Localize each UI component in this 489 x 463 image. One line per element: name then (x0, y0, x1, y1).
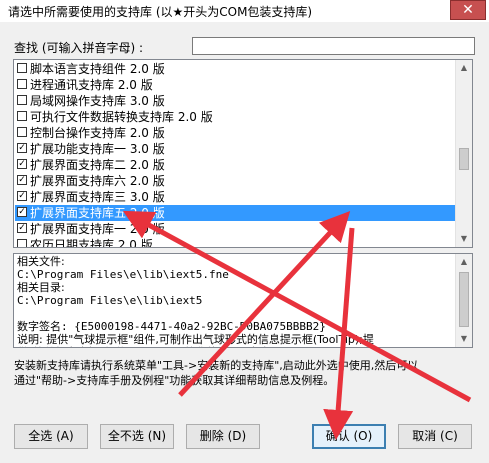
details-line: 说明: 提供"气球提示框"组件,可制作出气球形式的信息提示框(ToolTip);… (17, 333, 374, 346)
search-input[interactable] (192, 37, 475, 55)
library-list-item[interactable]: ✓ 扩展功能支持库一 3.0 版 (15, 141, 455, 157)
scrollbar-thumb[interactable] (459, 272, 469, 327)
checkbox-unchecked[interactable] (17, 79, 27, 89)
details-line: 相关文件: (17, 255, 65, 268)
close-button[interactable]: ✕ (450, 0, 486, 20)
library-list-item[interactable]: ✓ 扩展界面支持库二 2.0 版 (15, 157, 455, 173)
details-line: 供"简单超文本框"组件,可用于显示简化的HTML文本。 (17, 346, 455, 347)
library-label: 扩展界面支持库一 2.0 版 (30, 222, 165, 236)
library-list-scrollbar[interactable]: ▲ ▼ (455, 60, 472, 247)
close-icon: ✕ (462, 2, 474, 18)
library-list-item[interactable]: ✓ 扩展界面支持库五 2.0 版 (15, 205, 455, 221)
title-bar: 请选中所需要使用的支持库 (以★开头为COM包装支持库) ✕ (0, 0, 489, 22)
checkbox-checked[interactable]: ✓ (17, 191, 27, 201)
scrollbar-thumb[interactable] (459, 148, 469, 170)
install-hint-line: 通过"帮助->支持库手册及例程"功能获取其详细帮助信息及例程。 (14, 374, 335, 387)
install-hint: 安装新支持库请执行系统菜单"工具->安装新的支持库",启动此外选中使用,然后可以… (14, 358, 484, 388)
cancel-button[interactable]: 取消 (C) (398, 424, 472, 449)
library-label: 可执行文件数据转换支持库 2.0 版 (30, 110, 213, 124)
library-label: 农历日期支持库 2.0 版 (30, 238, 153, 248)
details-line: 数字签名: {E5000198-4471-40a2-92BC-D0BA075BB… (17, 320, 326, 333)
delete-button[interactable]: 删除 (D) (186, 424, 260, 449)
details-line: C:\Program Files\e\lib\iext5 (17, 294, 203, 307)
library-label: 控制台操作支持库 2.0 版 (30, 126, 165, 140)
checkbox-checked[interactable]: ✓ (17, 175, 27, 185)
checkbox-unchecked[interactable] (17, 95, 27, 105)
details-line: C:\Program Files\e\lib\iext5.fne (17, 268, 229, 281)
library-list-item[interactable]: ✓ 扩展界面支持库一 2.0 版 (15, 221, 455, 237)
details-line: 相关目录: (17, 281, 65, 294)
scroll-up-icon[interactable]: ▲ (456, 254, 472, 270)
window-title: 请选中所需要使用的支持库 (以★开头为COM包装支持库) (8, 5, 313, 19)
details-line (17, 307, 455, 320)
library-label: 进程通讯支持库 2.0 版 (30, 78, 153, 92)
scroll-up-icon[interactable]: ▲ (456, 60, 472, 76)
checkbox-unchecked[interactable] (17, 63, 27, 73)
library-selection-dialog: 请选中所需要使用的支持库 (以★开头为COM包装支持库) ✕ 查找 (可输入拼音… (0, 0, 489, 463)
library-list-item[interactable]: 农历日期支持库 2.0 版 (15, 237, 455, 248)
library-label: 扩展界面支持库五 2.0 版 (30, 206, 165, 220)
library-label: 脚本语言支持组件 2.0 版 (30, 62, 165, 76)
ok-button[interactable]: 确认 (O) (312, 424, 386, 449)
library-label: 扩展界面支持库六 2.0 版 (30, 174, 165, 188)
library-list[interactable]: 脚本语言支持组件 2.0 版进程通讯支持库 2.0 版局域网操作支持库 3.0 … (13, 59, 473, 248)
library-list-item[interactable]: 可执行文件数据转换支持库 2.0 版 (15, 109, 455, 125)
checkbox-unchecked[interactable] (17, 127, 27, 137)
library-list-item[interactable]: 局域网操作支持库 3.0 版 (15, 93, 455, 109)
library-label: 扩展界面支持库二 2.0 版 (30, 158, 165, 172)
library-list-item[interactable]: 进程通讯支持库 2.0 版 (15, 77, 455, 93)
scroll-down-icon[interactable]: ▼ (456, 231, 472, 247)
library-label: 扩展功能支持库一 3.0 版 (30, 142, 165, 156)
select-all-button[interactable]: 全选 (A) (14, 424, 88, 449)
library-list-item[interactable]: 控制台操作支持库 2.0 版 (15, 125, 455, 141)
library-details-box: 相关文件: C:\Program Files\e\lib\iext5.fne 相关目… (13, 253, 473, 348)
select-none-button[interactable]: 全不选 (N) (100, 424, 174, 449)
checkbox-unchecked[interactable] (17, 239, 27, 247)
checkbox-checked[interactable]: ✓ (17, 207, 27, 217)
checkbox-checked[interactable]: ✓ (17, 223, 27, 233)
checkbox-checked[interactable]: ✓ (17, 143, 27, 153)
checkbox-unchecked[interactable] (17, 111, 27, 121)
library-label: 扩展界面支持库三 3.0 版 (30, 190, 165, 204)
checkbox-checked[interactable]: ✓ (17, 159, 27, 169)
library-label: 局域网操作支持库 3.0 版 (30, 94, 165, 108)
scroll-down-icon[interactable]: ▼ (456, 331, 472, 347)
install-hint-line: 安装新支持库请执行系统菜单"工具->安装新的支持库",启动此外选中使用,然后可以 (14, 359, 419, 372)
library-list-item[interactable]: 脚本语言支持组件 2.0 版 (15, 61, 455, 77)
search-label: 查找 (可输入拼音字母) : (14, 41, 144, 55)
library-list-item[interactable]: ✓ 扩展界面支持库三 3.0 版 (15, 189, 455, 205)
details-scrollbar[interactable]: ▲ ▼ (455, 254, 472, 347)
library-list-item[interactable]: ✓ 扩展界面支持库六 2.0 版 (15, 173, 455, 189)
